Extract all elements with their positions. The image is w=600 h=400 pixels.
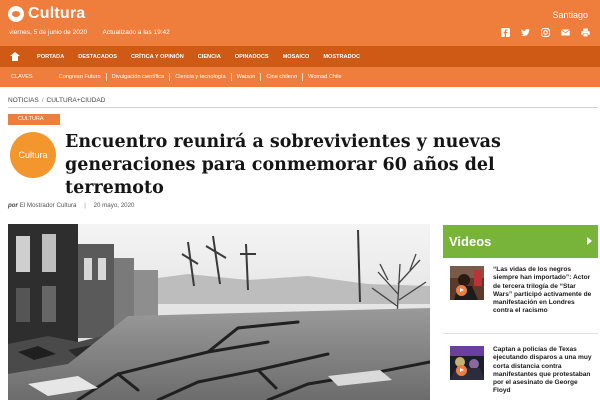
home-button[interactable] [0,46,30,67]
section-circle-label: Cultura [18,150,48,160]
breadcrumb-item[interactable]: CULTURA+CIUDAD [47,97,106,104]
nav-item-critica-opinion[interactable]: CRÍTICA Y OPINIÓN [124,54,191,60]
social-links [501,28,590,37]
instagram-icon[interactable] [541,28,550,37]
site-header: Cultura viernes, 5 de junio de 2020 Actu… [0,0,600,46]
article-title: Encuentro reunirá a sobrevivientes y nue… [65,132,501,198]
print-icon[interactable] [581,28,590,37]
eye-logo-icon [8,6,24,22]
topics-nav: CLAVES Congreso Futuro Divulgación cient… [0,67,600,87]
byline-separator: | [84,202,86,209]
facebook-icon[interactable] [501,28,510,37]
nav-item-destacados[interactable]: DESTACADOS [71,54,124,60]
topic-link[interactable]: Watson [232,74,261,80]
email-icon[interactable] [561,28,570,37]
videos-section-header[interactable]: Videos [443,225,598,258]
nav-item-portada[interactable]: PORTADA [30,54,71,60]
topic-link[interactable]: Womad Chile [303,74,346,80]
section-badge[interactable]: CULTURA [8,114,60,125]
current-date: viernes, 5 de junio de 2020 [9,29,88,36]
breadcrumb: NOTICIAS / CULTURA+CIUDAD [8,97,105,104]
chevron-right-icon [587,237,592,245]
video-title[interactable]: Captan a policías de Texas ejecutando di… [493,346,595,396]
play-icon[interactable] [456,365,467,376]
topic-link[interactable]: Cine chileno [261,74,302,80]
article-hero-image [8,224,430,400]
article-author[interactable]: El Mostrador Cultura [20,202,77,209]
home-icon [10,52,20,61]
divider [8,107,598,108]
date-line: viernes, 5 de junio de 2020 Actualizado … [9,29,184,36]
nav-item-mostradoc[interactable]: MOSTRADOC [316,54,367,60]
nav-item-opinadocs[interactable]: OPINADOCS [228,54,276,60]
article-byline: por El Mostrador Cultura | 20 mayo, 2020 [8,202,134,209]
videos-title: Videos [449,234,492,249]
site-logo[interactable]: Cultura [8,5,85,23]
nav-item-mosaico[interactable]: MOSAICO [276,54,317,60]
video-thumbnail[interactable] [450,346,484,380]
video-thumbnail[interactable] [450,266,484,300]
section-circle-badge: Cultura [10,132,56,178]
breadcrumb-separator: / [41,97,44,104]
play-icon[interactable] [456,285,467,296]
nav-item-ciencia[interactable]: CIENCIA [191,54,228,60]
topics-label: CLAVES [11,74,33,80]
city-selector[interactable]: Santiago [552,10,588,20]
topic-link[interactable]: Congreso Futuro [54,74,106,80]
last-updated: Actualizado a las 19:42 [102,29,170,36]
breadcrumb-item[interactable]: NOTICIAS [8,97,39,104]
byline-prefix: por [8,202,18,209]
topic-link[interactable]: Divulgación científica [107,74,170,80]
twitter-icon[interactable] [521,28,530,37]
main-nav: PORTADA DESTACADOS CRÍTICA Y OPINIÓN CIE… [0,46,600,67]
brand-name: Cultura [28,5,86,22]
topic-link[interactable]: Ciencia y tecnología [170,74,230,80]
video-title[interactable]: “Las vidas de los negros siempre han imp… [493,266,595,316]
article-date: 20 mayo, 2020 [93,202,135,209]
divider [443,333,598,334]
